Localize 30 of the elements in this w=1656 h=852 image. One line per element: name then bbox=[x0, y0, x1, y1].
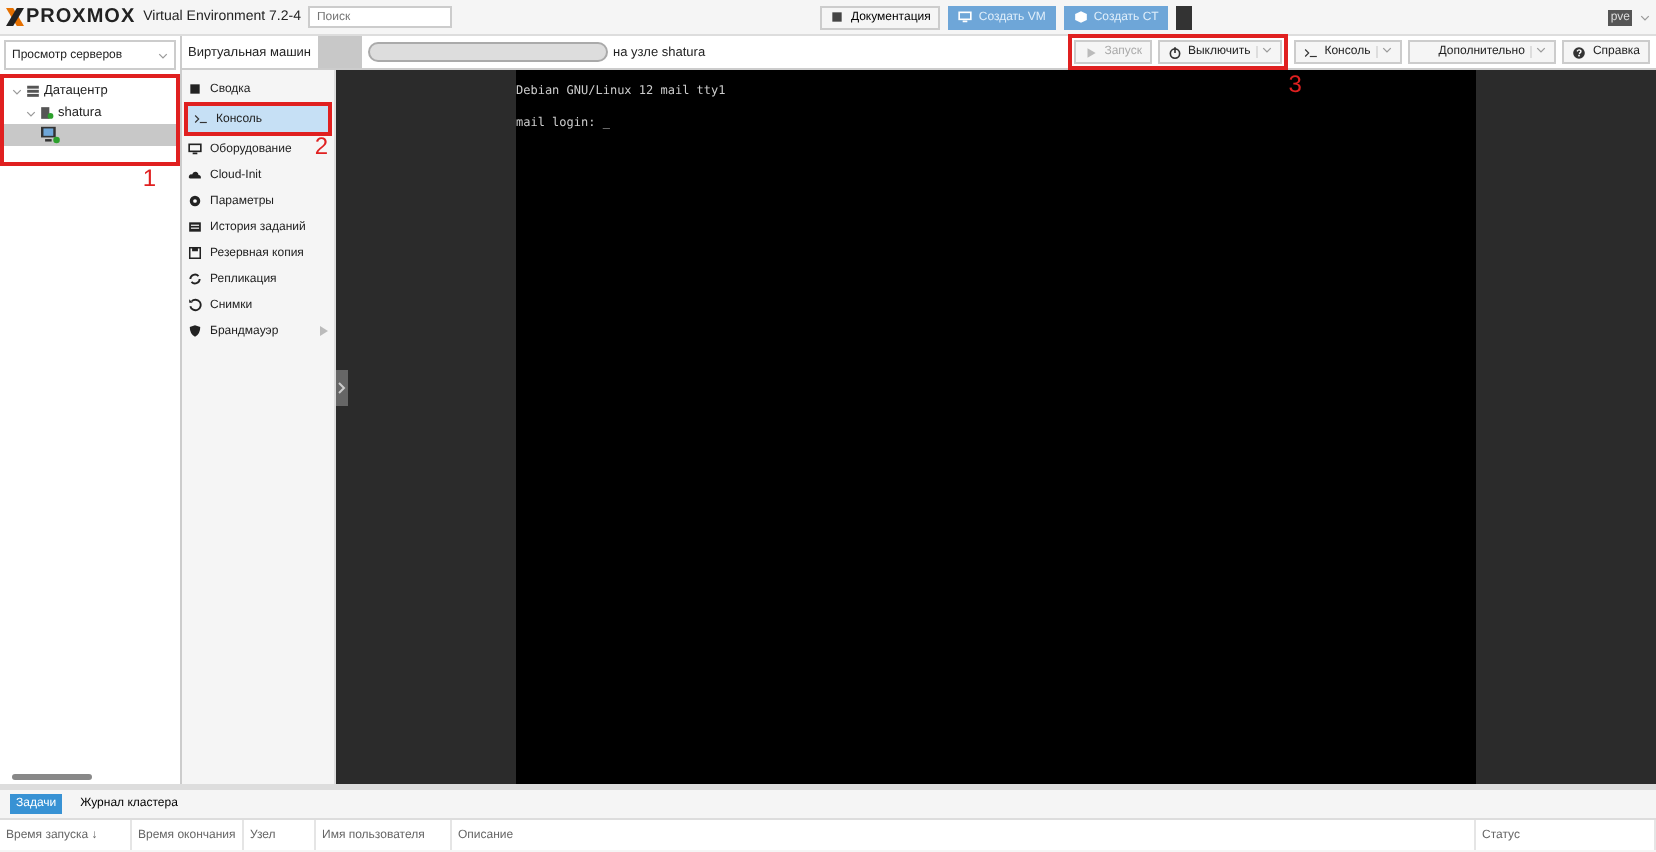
cube-icon bbox=[1073, 10, 1088, 24]
help-icon bbox=[1572, 45, 1587, 59]
history-icon bbox=[188, 298, 202, 312]
tree-item[interactable] bbox=[4, 124, 176, 146]
server-rack-icon bbox=[26, 84, 40, 98]
shield-icon bbox=[188, 324, 202, 338]
square-icon bbox=[188, 82, 202, 96]
sync-icon bbox=[188, 272, 202, 286]
terminal-icon bbox=[1304, 45, 1319, 59]
collapse-handle[interactable] bbox=[336, 370, 348, 406]
scrollbar[interactable] bbox=[12, 773, 92, 779]
terminal-icon bbox=[194, 112, 208, 126]
list-icon bbox=[188, 220, 202, 234]
gear-icon bbox=[188, 194, 202, 208]
monitor-icon bbox=[958, 10, 973, 24]
cloud-icon bbox=[188, 168, 202, 182]
annotation-number: 1 bbox=[142, 166, 156, 190]
play-icon bbox=[1084, 45, 1099, 59]
caret-icon bbox=[1640, 13, 1650, 21]
user-icon[interactable] bbox=[1176, 5, 1193, 29]
vm-monitor-icon bbox=[40, 126, 60, 144]
floppy-icon bbox=[188, 246, 202, 260]
caret-icon bbox=[158, 51, 168, 59]
monitor-icon bbox=[188, 142, 202, 156]
brand-logo: PROXMOX bbox=[6, 6, 136, 28]
power-icon bbox=[1167, 45, 1182, 59]
book-icon bbox=[830, 10, 845, 24]
annotation-number: 3 bbox=[1288, 72, 1302, 96]
annotation-number: 2 bbox=[314, 134, 328, 158]
server-icon bbox=[40, 106, 54, 120]
